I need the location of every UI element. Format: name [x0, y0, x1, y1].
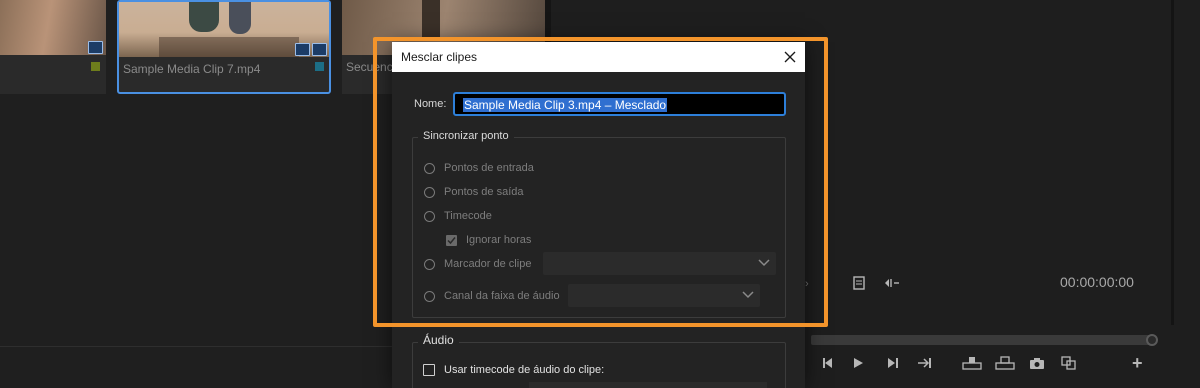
camera-icon[interactable] — [1029, 357, 1045, 373]
checkbox-label: Ignorar horas — [466, 234, 532, 246]
checkmark-icon — [447, 236, 456, 244]
radio-label: Timecode — [444, 210, 492, 222]
clip-name: Sample Media Clip 7.mp4 — [123, 62, 261, 76]
audio-channel-select[interactable] — [568, 284, 760, 307]
ignore-hours-checkbox[interactable]: Ignorar horas — [446, 233, 531, 247]
dialog-titlebar[interactable]: Mesclar clipes — [392, 42, 805, 72]
checkbox-box[interactable] — [446, 234, 457, 246]
name-input[interactable]: Sample Media Clip 3.mp4 – Mesclado — [453, 92, 786, 116]
sync-point-legend: Sincronizar ponto — [418, 130, 514, 142]
radio-label: Marcador de clipe — [444, 258, 532, 270]
merge-clips-dialog: Mesclar clipes Nome: Sample Media Clip 3… — [392, 42, 805, 388]
label-color-swatch[interactable] — [91, 62, 100, 71]
clip-card-2[interactable]: Sample Media Clip 7.mp4 — [117, 0, 331, 94]
close-icon — [784, 51, 796, 63]
lift-icon[interactable] — [962, 356, 982, 373]
chevron-down-icon — [742, 291, 754, 299]
insert-icon[interactable] — [884, 277, 900, 292]
sequence-icon — [88, 41, 103, 54]
radio-label: Canal da faixa de áudio — [444, 290, 560, 302]
export-frame-icon[interactable] — [853, 276, 865, 293]
radio-clip-marker[interactable]: Marcador de clipe — [424, 257, 531, 271]
chevron-right-icon[interactable]: › — [805, 277, 809, 291]
comparison-icon[interactable] — [1061, 356, 1077, 373]
radio-circle[interactable] — [424, 210, 435, 222]
close-button[interactable] — [775, 42, 805, 72]
radio-timecode[interactable]: Timecode — [424, 209, 492, 223]
premiere-workspace: Sample Media Clip 7.mp4 Secuencia › 00:0… — [0, 0, 1200, 388]
name-label: Nome: — [414, 98, 447, 110]
add-button-icon[interactable]: + — [1132, 354, 1143, 372]
play-icon[interactable] — [852, 357, 864, 372]
name-input-value: Sample Media Clip 3.mp4 – Mesclado — [463, 98, 668, 112]
radio-label: Pontos de entrada — [444, 162, 534, 174]
extract-icon[interactable] — [995, 356, 1015, 373]
chevron-down-icon — [758, 259, 770, 267]
checkbox-label: Usar timecode de áudio do clipe: — [444, 364, 605, 376]
radio-label: Pontos de saída — [444, 186, 524, 198]
label-color-swatch[interactable] — [315, 62, 324, 71]
audio-track-icon — [312, 43, 327, 56]
clip-marker-select[interactable] — [543, 252, 776, 275]
radio-circle[interactable] — [424, 162, 435, 174]
audio-timecode-select[interactable] — [529, 382, 767, 388]
use-audio-timecode-checkbox[interactable]: Usar timecode de áudio do clipe: — [423, 363, 604, 377]
radio-circle[interactable] — [424, 258, 435, 270]
go-to-out-icon[interactable] — [917, 357, 933, 372]
step-back-icon[interactable] — [822, 357, 836, 372]
checkbox-box[interactable] — [423, 364, 435, 376]
playhead-timecode[interactable]: 00:00:00:00 — [1060, 274, 1134, 290]
timeline-scrubber[interactable] — [811, 335, 1155, 345]
clip-card-1[interactable] — [0, 0, 106, 94]
step-forward-icon[interactable] — [885, 357, 899, 372]
radio-circle[interactable] — [424, 290, 435, 302]
scrubber-handle[interactable] — [1146, 334, 1158, 346]
monitor-frame-edge — [1171, 0, 1174, 325]
radio-in-points[interactable]: Pontos de entrada — [424, 161, 534, 175]
audio-legend: Áudio — [418, 333, 459, 347]
video-track-icon — [295, 43, 310, 56]
radio-audio-channel[interactable]: Canal da faixa de áudio — [424, 289, 560, 303]
radio-circle[interactable] — [424, 186, 435, 198]
dialog-title: Mesclar clipes — [401, 50, 478, 64]
radio-out-points[interactable]: Pontos de saída — [424, 185, 524, 199]
